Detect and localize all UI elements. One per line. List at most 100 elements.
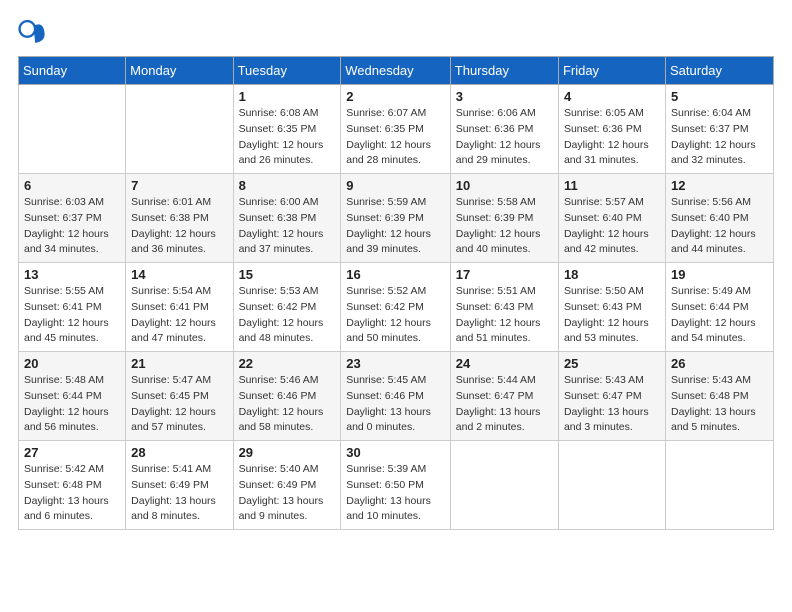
day-number: 10	[456, 178, 553, 193]
day-number: 16	[346, 267, 445, 282]
day-detail: Sunrise: 5:51 AMSunset: 6:43 PMDaylight:…	[456, 284, 553, 347]
day-number: 23	[346, 356, 445, 371]
day-detail: Sunrise: 5:40 AMSunset: 6:49 PMDaylight:…	[239, 462, 336, 525]
day-number: 11	[564, 178, 660, 193]
logo-icon	[18, 18, 46, 46]
day-detail: Sunrise: 6:03 AMSunset: 6:37 PMDaylight:…	[24, 195, 120, 258]
day-cell: 12 Sunrise: 5:56 AMSunset: 6:40 PMDayligh…	[666, 174, 774, 263]
day-number: 30	[346, 445, 445, 460]
day-number: 17	[456, 267, 553, 282]
day-cell: 26 Sunrise: 5:43 AMSunset: 6:48 PMDayligh…	[666, 352, 774, 441]
day-detail: Sunrise: 5:42 AMSunset: 6:48 PMDaylight:…	[24, 462, 120, 525]
week-row: 27 Sunrise: 5:42 AMSunset: 6:48 PMDayligh…	[19, 441, 774, 530]
day-cell: 13 Sunrise: 5:55 AMSunset: 6:41 PMDayligh…	[19, 263, 126, 352]
day-cell	[666, 441, 774, 530]
day-number: 18	[564, 267, 660, 282]
week-row: 6 Sunrise: 6:03 AMSunset: 6:37 PMDaylight…	[19, 174, 774, 263]
day-detail: Sunrise: 6:01 AMSunset: 6:38 PMDaylight:…	[131, 195, 227, 258]
day-cell: 23 Sunrise: 5:45 AMSunset: 6:46 PMDayligh…	[341, 352, 451, 441]
day-number: 3	[456, 89, 553, 104]
day-detail: Sunrise: 5:58 AMSunset: 6:39 PMDaylight:…	[456, 195, 553, 258]
day-detail: Sunrise: 5:44 AMSunset: 6:47 PMDaylight:…	[456, 373, 553, 436]
day-detail: Sunrise: 6:00 AMSunset: 6:38 PMDaylight:…	[239, 195, 336, 258]
day-detail: Sunrise: 5:52 AMSunset: 6:42 PMDaylight:…	[346, 284, 445, 347]
day-cell: 11 Sunrise: 5:57 AMSunset: 6:40 PMDayligh…	[558, 174, 665, 263]
day-cell: 3 Sunrise: 6:06 AMSunset: 6:36 PMDaylight…	[450, 85, 558, 174]
day-detail: Sunrise: 5:48 AMSunset: 6:44 PMDaylight:…	[24, 373, 120, 436]
day-cell: 1 Sunrise: 6:08 AMSunset: 6:35 PMDaylight…	[233, 85, 341, 174]
day-detail: Sunrise: 5:41 AMSunset: 6:49 PMDaylight:…	[131, 462, 227, 525]
day-cell: 22 Sunrise: 5:46 AMSunset: 6:46 PMDayligh…	[233, 352, 341, 441]
day-cell	[126, 85, 233, 174]
day-number: 25	[564, 356, 660, 371]
day-cell	[19, 85, 126, 174]
day-number: 19	[671, 267, 768, 282]
day-cell	[558, 441, 665, 530]
day-detail: Sunrise: 6:08 AMSunset: 6:35 PMDaylight:…	[239, 106, 336, 169]
day-number: 21	[131, 356, 227, 371]
day-cell: 6 Sunrise: 6:03 AMSunset: 6:37 PMDaylight…	[19, 174, 126, 263]
day-number: 7	[131, 178, 227, 193]
day-cell: 20 Sunrise: 5:48 AMSunset: 6:44 PMDayligh…	[19, 352, 126, 441]
day-cell: 15 Sunrise: 5:53 AMSunset: 6:42 PMDayligh…	[233, 263, 341, 352]
day-detail: Sunrise: 5:50 AMSunset: 6:43 PMDaylight:…	[564, 284, 660, 347]
day-number: 26	[671, 356, 768, 371]
day-detail: Sunrise: 5:47 AMSunset: 6:45 PMDaylight:…	[131, 373, 227, 436]
day-detail: Sunrise: 5:55 AMSunset: 6:41 PMDaylight:…	[24, 284, 120, 347]
day-number: 24	[456, 356, 553, 371]
day-detail: Sunrise: 5:49 AMSunset: 6:44 PMDaylight:…	[671, 284, 768, 347]
day-detail: Sunrise: 6:06 AMSunset: 6:36 PMDaylight:…	[456, 106, 553, 169]
day-cell: 14 Sunrise: 5:54 AMSunset: 6:41 PMDayligh…	[126, 263, 233, 352]
day-number: 12	[671, 178, 768, 193]
day-number: 13	[24, 267, 120, 282]
week-row: 20 Sunrise: 5:48 AMSunset: 6:44 PMDayligh…	[19, 352, 774, 441]
day-number: 15	[239, 267, 336, 282]
day-detail: Sunrise: 5:39 AMSunset: 6:50 PMDaylight:…	[346, 462, 445, 525]
day-cell: 8Sunrise: 6:00 AMSunset: 6:38 PMDaylight…	[233, 174, 341, 263]
day-number: 28	[131, 445, 227, 460]
day-number: 29	[239, 445, 336, 460]
day-number: 20	[24, 356, 120, 371]
logo	[18, 18, 50, 46]
day-detail: Sunrise: 5:53 AMSunset: 6:42 PMDaylight:…	[239, 284, 336, 347]
day-number: 1	[239, 89, 336, 104]
col-header-thursday: Thursday	[450, 57, 558, 85]
day-detail: Sunrise: 5:54 AMSunset: 6:41 PMDaylight:…	[131, 284, 227, 347]
day-detail: Sunrise: 5:45 AMSunset: 6:46 PMDaylight:…	[346, 373, 445, 436]
day-number: 27	[24, 445, 120, 460]
day-cell: 19 Sunrise: 5:49 AMSunset: 6:44 PMDayligh…	[666, 263, 774, 352]
col-header-saturday: Saturday	[666, 57, 774, 85]
day-cell: 7 Sunrise: 6:01 AMSunset: 6:38 PMDaylight…	[126, 174, 233, 263]
day-detail: Sunrise: 5:43 AMSunset: 6:48 PMDaylight:…	[671, 373, 768, 436]
day-detail: Sunrise: 5:56 AMSunset: 6:40 PMDaylight:…	[671, 195, 768, 258]
col-header-tuesday: Tuesday	[233, 57, 341, 85]
day-number: 4	[564, 89, 660, 104]
col-header-monday: Monday	[126, 57, 233, 85]
day-detail: Sunrise: 5:59 AMSunset: 6:39 PMDaylight:…	[346, 195, 445, 258]
day-cell: 30 Sunrise: 5:39 AMSunset: 6:50 PMDayligh…	[341, 441, 451, 530]
day-cell: 25Sunrise: 5:43 AMSunset: 6:47 PMDayligh…	[558, 352, 665, 441]
day-detail: Sunrise: 5:46 AMSunset: 6:46 PMDaylight:…	[239, 373, 336, 436]
day-cell: 27 Sunrise: 5:42 AMSunset: 6:48 PMDayligh…	[19, 441, 126, 530]
day-number: 14	[131, 267, 227, 282]
day-number: 9	[346, 178, 445, 193]
col-header-wednesday: Wednesday	[341, 57, 451, 85]
day-cell: 24 Sunrise: 5:44 AMSunset: 6:47 PMDayligh…	[450, 352, 558, 441]
day-cell: 28 Sunrise: 5:41 AMSunset: 6:49 PMDayligh…	[126, 441, 233, 530]
day-number: 2	[346, 89, 445, 104]
day-cell: 29 Sunrise: 5:40 AMSunset: 6:49 PMDayligh…	[233, 441, 341, 530]
day-detail: Sunrise: 6:07 AMSunset: 6:35 PMDaylight:…	[346, 106, 445, 169]
day-number: 22	[239, 356, 336, 371]
calendar-table: SundayMondayTuesdayWednesdayThursdayFrid…	[18, 56, 774, 530]
day-cell: 16 Sunrise: 5:52 AMSunset: 6:42 PMDayligh…	[341, 263, 451, 352]
day-detail: Sunrise: 6:04 AMSunset: 6:37 PMDaylight:…	[671, 106, 768, 169]
col-header-sunday: Sunday	[19, 57, 126, 85]
day-number: 6	[24, 178, 120, 193]
week-row: 1 Sunrise: 6:08 AMSunset: 6:35 PMDaylight…	[19, 85, 774, 174]
day-cell: 5Sunrise: 6:04 AMSunset: 6:37 PMDaylight…	[666, 85, 774, 174]
day-cell: 10 Sunrise: 5:58 AMSunset: 6:39 PMDayligh…	[450, 174, 558, 263]
day-detail: Sunrise: 5:57 AMSunset: 6:40 PMDaylight:…	[564, 195, 660, 258]
day-cell: 4Sunrise: 6:05 AMSunset: 6:36 PMDaylight…	[558, 85, 665, 174]
day-cell: 21 Sunrise: 5:47 AMSunset: 6:45 PMDayligh…	[126, 352, 233, 441]
day-cell: 18 Sunrise: 5:50 AMSunset: 6:43 PMDayligh…	[558, 263, 665, 352]
